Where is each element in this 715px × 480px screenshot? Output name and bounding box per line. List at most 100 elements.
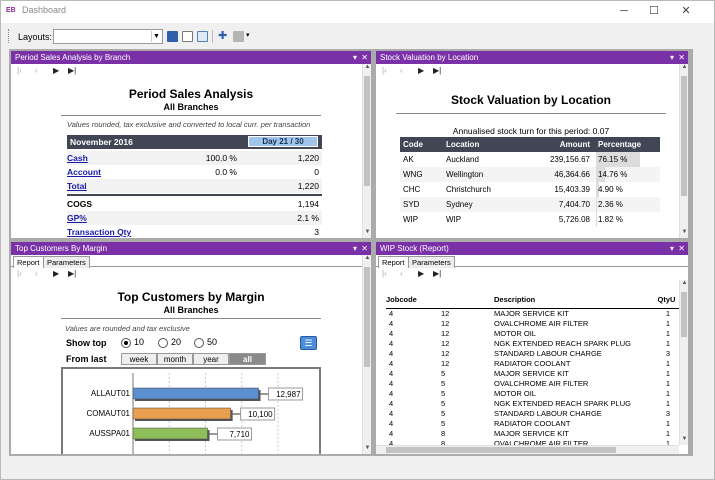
panel-menu-icon[interactable]: ▾ [353, 51, 357, 64]
bar[interactable] [132, 387, 259, 400]
wip-description: MOTOR OIL [494, 388, 536, 398]
vertical-scrollbar[interactable]: ▲ ▼ [362, 255, 371, 454]
panel-title: Top Customers By Margin [15, 244, 108, 253]
transaction-qty-link[interactable]: Transaction Qty [67, 227, 131, 237]
panel-close-icon[interactable]: ✕ [678, 51, 685, 64]
close-window-button[interactable]: ✕ [672, 2, 700, 20]
next-page-icon[interactable]: ▶ [53, 66, 59, 75]
period-bar: November 2016 Day 21 / 30 [67, 135, 322, 149]
scroll-down-icon[interactable]: ▼ [363, 229, 371, 238]
table-row: 4 8 MAJOR SERVICE KIT 1 [386, 428, 682, 438]
scroll-down-icon[interactable]: ▼ [680, 229, 688, 238]
vertical-scrollbar[interactable]: ▲ ▼ [679, 64, 688, 238]
delete-layout-icon[interactable] [182, 31, 193, 42]
scroll-up-icon[interactable]: ▲ [363, 255, 371, 264]
gp-value: 2.1 % [297, 213, 319, 223]
category-label: COMAUT01 [86, 409, 130, 418]
panel-header: Period Sales Analysis by Branch ▾ ✕ [11, 51, 371, 64]
wip-subcode: 5 [441, 378, 446, 388]
stock-percentage: 14.76 % [596, 167, 660, 182]
period-month-button[interactable]: month [157, 353, 193, 365]
table-row: 4 12 NGK EXTENDED REACH SPARK PLUG 1 [386, 338, 682, 348]
wip-description: STANDARD LABOUR CHARGE [494, 408, 602, 418]
last-page-icon[interactable]: ▶| [433, 66, 441, 75]
scroll-thumb[interactable] [681, 292, 687, 337]
layouts-dropdown[interactable]: ▼ [53, 29, 163, 44]
add-panel-icon[interactable]: ✚ [218, 29, 227, 42]
panel-options-chevron-icon[interactable]: ▾ [246, 31, 250, 39]
sales-table: Cash 100.0 % 1,220 Account 0.0 % 0 Total… [67, 151, 322, 193]
panel-close-icon[interactable]: ✕ [678, 242, 685, 255]
stock-table: Code Location Amount Percentage AK Auckla… [400, 137, 660, 227]
scroll-up-icon[interactable]: ▲ [363, 64, 371, 73]
panel-close-icon[interactable]: ✕ [361, 242, 368, 255]
stock-amount: 15,403.39 [554, 185, 590, 194]
total-link[interactable]: Total [67, 181, 87, 191]
maximize-button[interactable]: ☐ [640, 2, 668, 20]
grid-layout-icon[interactable] [197, 31, 208, 42]
first-page-icon[interactable]: |‹ [382, 66, 387, 75]
minimize-button[interactable]: ─ [610, 2, 638, 20]
save-layout-icon[interactable] [167, 31, 178, 42]
show-top-10[interactable]: 10 [121, 337, 144, 348]
scroll-up-icon[interactable]: ▲ [680, 64, 688, 73]
first-page-icon[interactable]: |‹ [17, 269, 22, 278]
last-page-icon[interactable]: ▶| [433, 269, 441, 278]
title-rule [61, 318, 321, 319]
cogs-table: COGS 1,194 GP% 2.1 % Transaction Qty 3 [67, 197, 322, 238]
vertical-scrollbar[interactable]: ▲ ▼ [679, 280, 688, 445]
bar[interactable] [132, 407, 231, 420]
gp-link[interactable]: GP% [67, 213, 87, 223]
radio-selected-icon[interactable] [121, 337, 131, 348]
wip-jobcode: 4 [389, 358, 394, 368]
first-page-icon[interactable]: |‹ [17, 66, 22, 75]
period-year-button[interactable]: year [193, 353, 229, 365]
prev-page-icon[interactable]: ‹ [35, 66, 38, 75]
scroll-up-icon[interactable]: ▲ [680, 280, 688, 289]
prev-page-icon[interactable]: ‹ [35, 269, 38, 278]
hscroll-thumb[interactable] [386, 447, 616, 453]
wip-qty: 1 [665, 378, 670, 388]
scroll-thumb[interactable] [681, 76, 687, 196]
toolbar-separator [212, 30, 213, 43]
show-top-20[interactable]: 20 [158, 337, 181, 348]
radio-icon[interactable] [158, 337, 168, 348]
title-bar [1, 1, 714, 23]
panel-menu-icon[interactable]: ▾ [353, 242, 357, 255]
customer-margin-chart: ALLAUT01 12,987 COMAUT01 10,100 AUSSPA01 7,71… [86, 373, 304, 454]
account-link[interactable]: Account [67, 167, 101, 177]
stock-location: Christchurch [446, 185, 491, 194]
radio-icon[interactable] [194, 337, 204, 348]
next-page-icon[interactable]: ▶ [53, 269, 59, 278]
wip-subcode: 5 [441, 398, 446, 408]
next-page-icon[interactable]: ▶ [418, 269, 424, 278]
scroll-down-icon[interactable]: ▼ [680, 436, 688, 445]
period-all-button[interactable]: all [229, 353, 266, 365]
panel-menu-icon[interactable]: ▾ [670, 242, 674, 255]
scroll-thumb[interactable] [364, 76, 370, 186]
table-view-icon[interactable]: ☰ [300, 336, 317, 350]
report-nav: |‹ ‹ ▶ ▶| [376, 64, 688, 78]
last-page-icon[interactable]: ▶| [68, 269, 76, 278]
wip-description: NGK EXTENDED REACH SPARK PLUG [494, 338, 631, 348]
period-week-button[interactable]: week [121, 353, 157, 365]
panel-menu-icon[interactable]: ▾ [670, 51, 674, 64]
panel-options-icon[interactable] [233, 31, 244, 42]
value-label: 12,987 [276, 390, 301, 399]
horizontal-scrollbar[interactable] [376, 445, 679, 454]
first-page-icon[interactable]: |‹ [382, 269, 387, 278]
show-top-50[interactable]: 50 [194, 337, 217, 348]
scroll-thumb[interactable] [364, 267, 370, 367]
bar[interactable] [132, 427, 208, 440]
wip-description: MAJOR SERVICE KIT [494, 368, 569, 378]
chevron-down-icon[interactable]: ▼ [151, 31, 161, 42]
cash-link[interactable]: Cash [67, 153, 88, 163]
panel-close-icon[interactable]: ✕ [361, 51, 368, 64]
prev-page-icon[interactable]: ‹ [400, 269, 403, 278]
vertical-scrollbar[interactable]: ▲ ▼ [362, 64, 371, 238]
scroll-down-icon[interactable]: ▼ [363, 445, 371, 454]
last-page-icon[interactable]: ▶| [68, 66, 76, 75]
next-page-icon[interactable]: ▶ [418, 66, 424, 75]
prev-page-icon[interactable]: ‹ [400, 66, 403, 75]
col-jobcode: Jobcode [386, 294, 417, 304]
